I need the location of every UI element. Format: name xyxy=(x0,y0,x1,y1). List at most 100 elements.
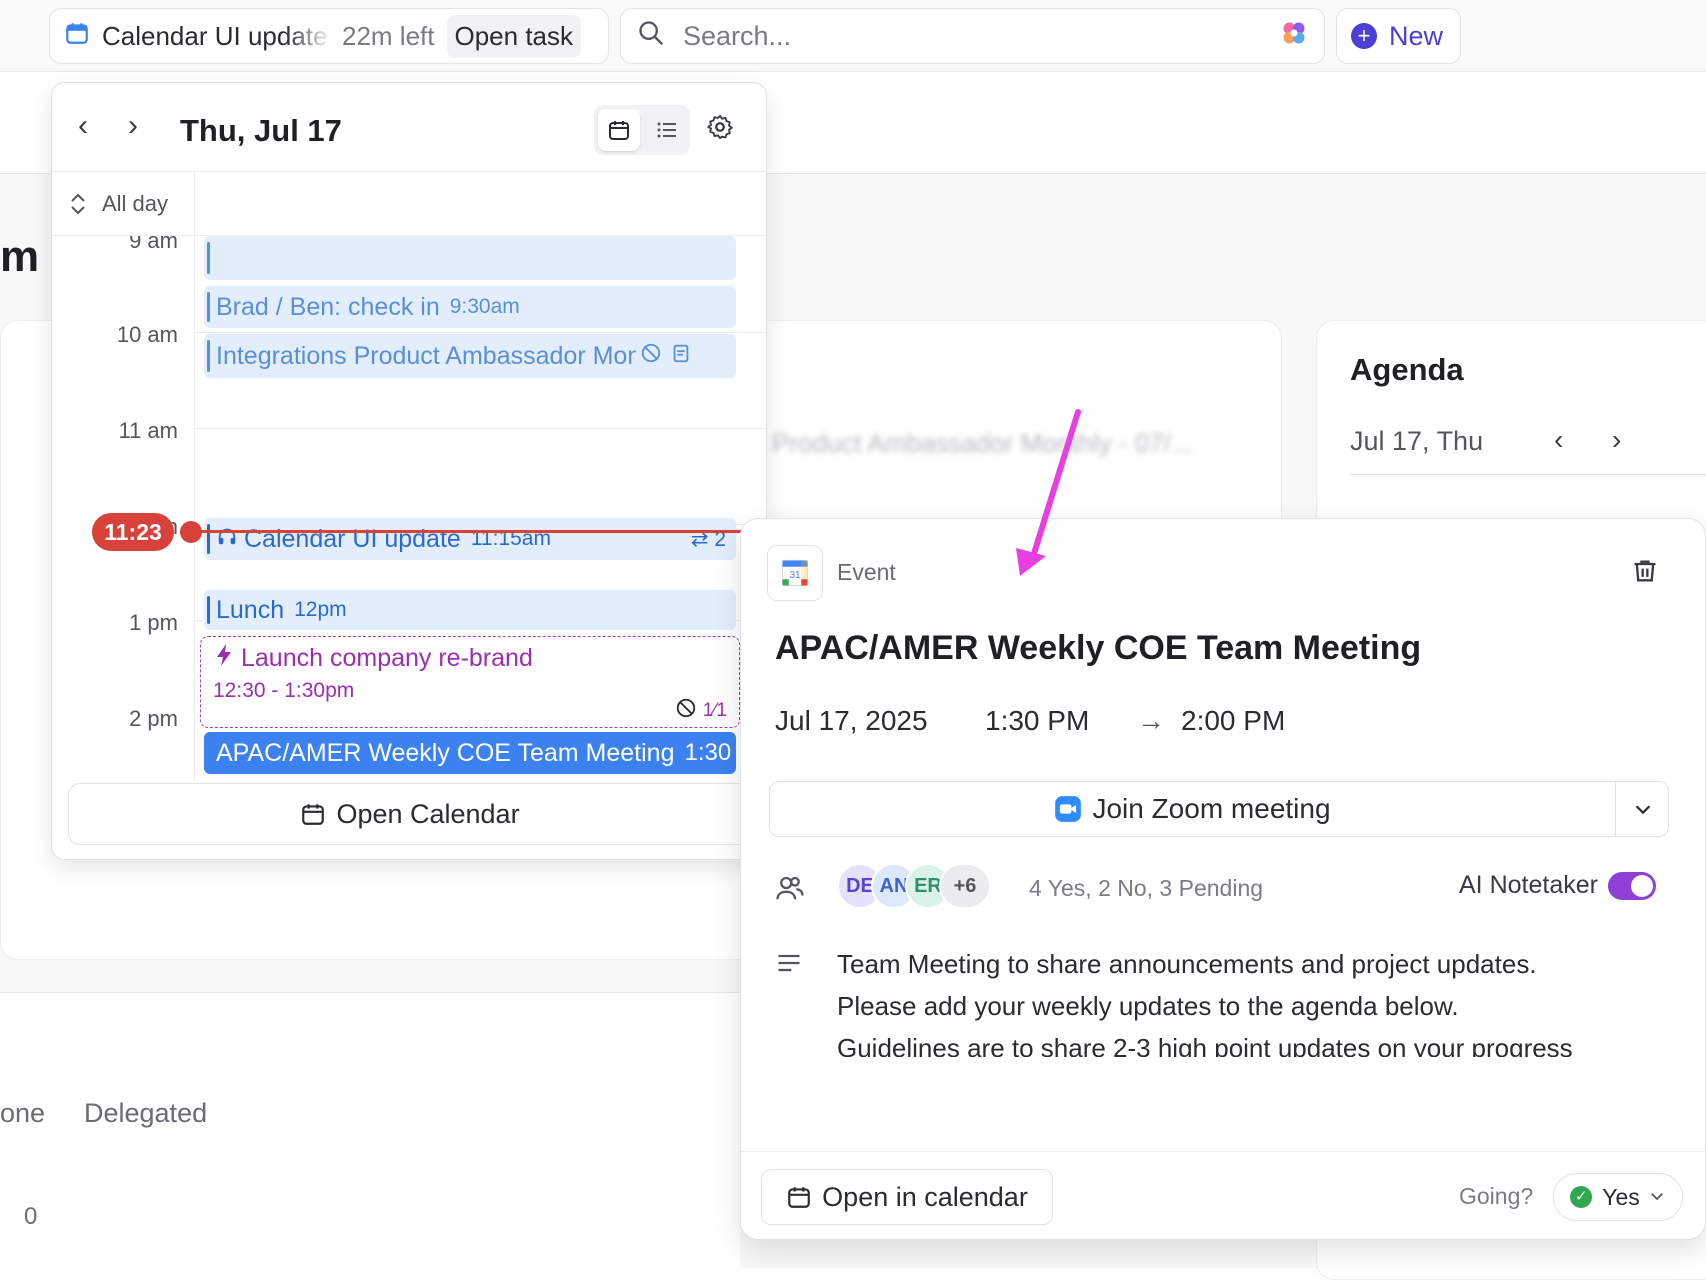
event-end-time[interactable]: 2:00 PM xyxy=(1181,705,1285,737)
event-start-time[interactable]: 1:30 PM xyxy=(985,705,1089,737)
search-input[interactable]: Search... xyxy=(683,21,1280,52)
event-time: 12:30 - 1:30pm xyxy=(213,679,355,702)
agenda-date: Jul 17, Thu xyxy=(1350,426,1484,456)
chevron-down-icon[interactable] xyxy=(1616,782,1670,836)
calendar-event-selected[interactable]: APAC/AMER Weekly COE Team Meeting 1:30 xyxy=(204,732,736,774)
ai-notetaker-toggle[interactable] xyxy=(1607,871,1656,900)
event-title: Brad / Ben: check in xyxy=(216,292,440,321)
event-title: Calendar UI update xyxy=(244,524,461,553)
description-line: Guidelines are to share 2-3 high point u… xyxy=(837,1033,1573,1057)
prev-day-icon[interactable]: ‹ xyxy=(78,109,88,143)
event-title: APAC/AMER Weekly COE Team Meeting xyxy=(775,629,1422,667)
event-detail-panel: 31 Event APAC/AMER Weekly COE Team Meeti… xyxy=(740,518,1706,1240)
open-in-calendar-label: Open in calendar xyxy=(822,1181,1028,1212)
gear-icon[interactable] xyxy=(706,113,734,146)
open-calendar-label: Open Calendar xyxy=(336,798,520,829)
ai-notetaker-label: AI Notetaker xyxy=(1459,871,1598,899)
join-zoom-button[interactable]: Join Zoom meeting xyxy=(770,782,1616,836)
event-type-label: Event xyxy=(837,559,896,585)
ai-notetaker-setting: AI Notetaker xyxy=(1459,871,1656,900)
event-date: Jul 17, 2025 xyxy=(775,705,928,736)
description-icon xyxy=(775,949,803,982)
check-icon: ✓ xyxy=(1570,1186,1593,1208)
active-task-pill[interactable]: Calendar UI update 22m left Open task xyxy=(49,8,609,64)
rsvp-dropdown[interactable]: ✓ Yes xyxy=(1553,1173,1683,1221)
calendar-event[interactable]: Lunch 12pm xyxy=(204,590,736,630)
event-time: 9:30am xyxy=(449,295,520,318)
calendar-icon xyxy=(64,20,90,53)
calendar-icon xyxy=(788,1187,811,1208)
footer-divider xyxy=(741,1151,1705,1152)
day-grid: 9 am 10 am 11 am 12 pm 1 pm 2 pm Brad / … xyxy=(52,236,766,781)
all-day-label: All day xyxy=(102,191,169,216)
search-bar[interactable]: Search... xyxy=(620,8,1325,64)
hour-label: 9 am xyxy=(129,236,178,253)
calendar-event[interactable] xyxy=(204,236,736,280)
open-calendar-button[interactable]: Open Calendar xyxy=(68,783,752,845)
calendar-event[interactable]: Integrations Product Ambassador Monthly xyxy=(204,334,736,378)
background-bottom-panel xyxy=(0,992,740,1268)
calendar-event[interactable]: Calendar UI update 11:15am ⇄ 2 xyxy=(204,518,736,560)
hour-label: 2 pm xyxy=(129,706,178,731)
task-title: Calendar UI update xyxy=(102,20,328,51)
view-toggle xyxy=(594,105,690,155)
calendar-icon xyxy=(302,804,325,825)
description-line: Team Meeting to share announcements and … xyxy=(837,949,1537,979)
next-day-icon[interactable]: › xyxy=(128,109,138,143)
blocked-icon xyxy=(675,697,697,725)
hour-line xyxy=(194,428,766,429)
time-left: 22m left xyxy=(342,20,435,51)
list-view-icon[interactable] xyxy=(646,109,688,151)
rsvp-value: Yes xyxy=(1602,1183,1640,1210)
tab-delegated[interactable]: Delegated xyxy=(84,1098,207,1129)
open-task-button[interactable]: Open task xyxy=(446,14,582,58)
current-time-dot xyxy=(180,521,202,543)
count-value: 0 xyxy=(24,1203,38,1230)
calendar-date: Thu, Jul 17 xyxy=(180,113,342,148)
google-calendar-icon: 31 xyxy=(767,545,823,601)
event-title: Integrations Product Ambassador Monthly xyxy=(216,341,636,370)
calendar-popover: ‹ › Thu, Jul 17 All day 9 am 10 am 11 am… xyxy=(51,82,767,860)
agenda-divider xyxy=(1350,474,1706,475)
expand-icon xyxy=(71,193,85,215)
open-in-calendar-button[interactable]: Open in calendar xyxy=(761,1169,1053,1225)
event-title: Launch company re-brand xyxy=(241,644,533,672)
page-title: m xyxy=(0,232,40,281)
notes-icon xyxy=(670,342,692,371)
svg-text:31: 31 xyxy=(789,570,801,581)
task-event[interactable]: Launch company re-brand 12:30 - 1:30pm 1… xyxy=(200,636,740,728)
ai-sparkle-icon[interactable] xyxy=(1280,19,1308,54)
hour-label: 10 am xyxy=(116,322,178,347)
agenda-next-icon[interactable]: › xyxy=(1612,424,1621,456)
event-title: APAC/AMER Weekly COE Team Meeting xyxy=(216,738,675,767)
agenda-prev-icon[interactable]: ‹ xyxy=(1554,424,1563,456)
current-time-badge: 11:23 xyxy=(92,513,174,551)
new-button[interactable]: + New xyxy=(1336,8,1461,64)
top-bar: Calendar UI update 22m left Open task Se… xyxy=(0,0,1706,72)
event-time: 1:30 xyxy=(684,739,732,766)
rsvp-summary: 4 Yes, 2 No, 3 Pending xyxy=(1029,875,1264,901)
arrow-right-icon: → xyxy=(1137,705,1165,736)
hour-label: 11 am xyxy=(118,418,178,443)
event-description: Team Meeting to share announcements and … xyxy=(837,943,1677,1057)
attendees-icon xyxy=(775,873,805,908)
more-attendees-badge[interactable]: +6 xyxy=(939,863,991,909)
lightning-icon xyxy=(215,643,233,674)
calendar-event[interactable]: Brad / Ben: check in 9:30am xyxy=(204,286,736,328)
all-day-toggle[interactable]: All day xyxy=(68,191,168,217)
event-title: Lunch xyxy=(216,595,285,624)
calendar-header: ‹ › Thu, Jul 17 xyxy=(52,83,766,171)
current-time-line xyxy=(192,530,766,533)
attendee-avatars[interactable]: DE AN ER +6 xyxy=(837,863,991,909)
calendar-view-icon[interactable] xyxy=(598,109,640,151)
join-zoom-label: Join Zoom meeting xyxy=(1092,793,1331,824)
hour-label: 1 pm xyxy=(129,610,178,635)
blurred-event: Product Ambassador Monthly - 07/... xyxy=(772,428,1193,458)
going-label: Going? xyxy=(1459,1183,1534,1209)
new-label: New xyxy=(1389,20,1444,51)
header-divider xyxy=(52,171,766,172)
trash-icon[interactable] xyxy=(1631,557,1659,590)
event-time: 12pm xyxy=(294,598,347,621)
agenda-title: Agenda xyxy=(1350,352,1464,387)
tab-done[interactable]: one xyxy=(0,1098,45,1129)
